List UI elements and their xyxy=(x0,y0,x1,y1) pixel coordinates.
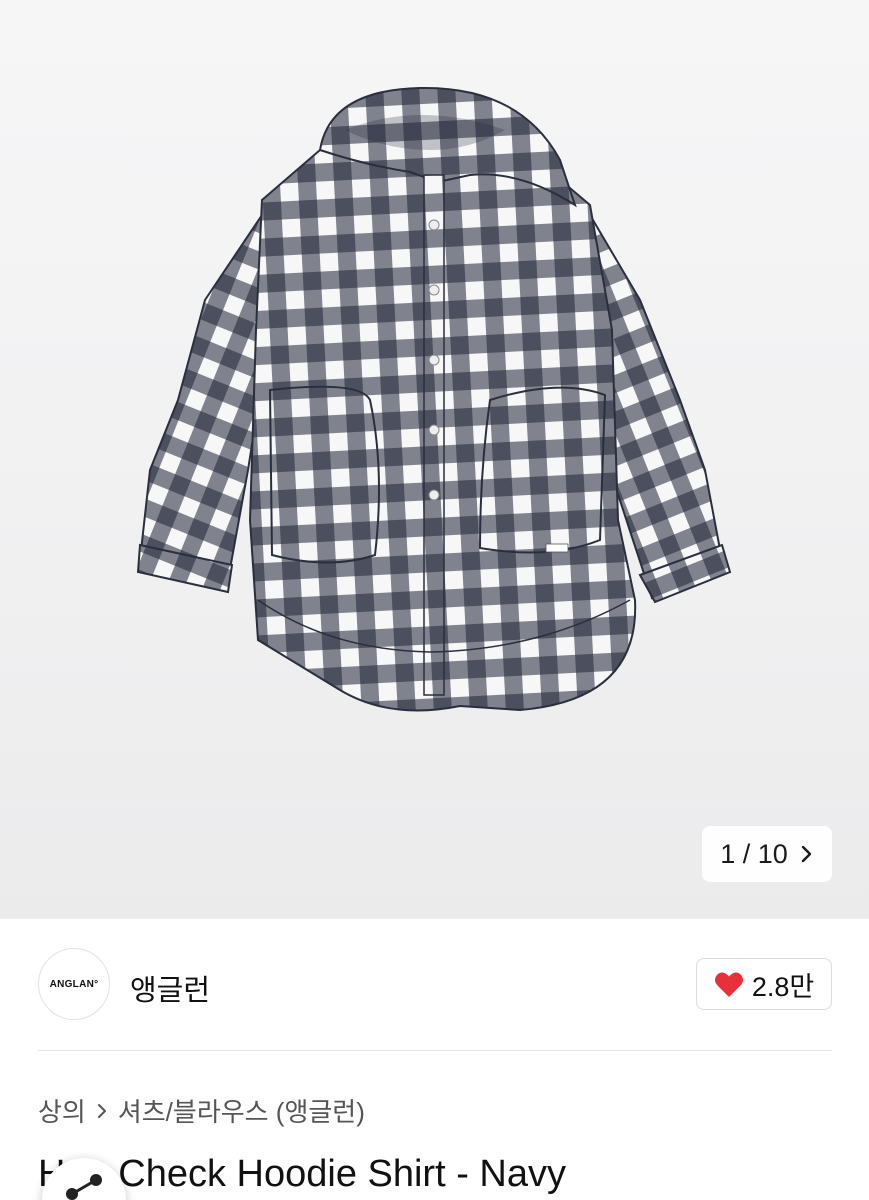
chevron-right-icon xyxy=(96,1102,108,1120)
like-button[interactable]: 2.8만 xyxy=(696,958,832,1010)
brand-name[interactable]: 앵글런 xyxy=(130,967,210,1009)
chevron-right-icon xyxy=(800,844,814,864)
divider xyxy=(38,1050,832,1051)
breadcrumb: 상의 셔츠/블라우스 (앵글런) xyxy=(38,1092,365,1129)
like-count: 2.8만 xyxy=(751,971,815,1002)
product-image-gallery[interactable]: 1 / 10 xyxy=(0,0,869,919)
brand-logo-text: ANGLAN° xyxy=(49,978,99,990)
brand-logo[interactable]: ANGLAN° xyxy=(38,948,110,1020)
share-icon xyxy=(62,1172,106,1200)
product-image xyxy=(136,86,732,712)
image-counter-text: 1 / 10 xyxy=(720,838,788,869)
breadcrumb-subcategory[interactable]: 셔츠/블라우스 (앵글런) xyxy=(118,1092,365,1129)
breadcrumb-category[interactable]: 상의 xyxy=(38,1092,86,1129)
brand-row: ANGLAN° 앵글런 2.8만 xyxy=(38,948,832,1020)
image-counter[interactable]: 1 / 10 xyxy=(702,826,832,882)
heart-icon xyxy=(714,971,744,998)
product-detail-page: 1 / 10 ANGLAN° 앵글런 2.8만 상의 셔츠/블라우스 (앵글런)… xyxy=(0,0,869,1200)
